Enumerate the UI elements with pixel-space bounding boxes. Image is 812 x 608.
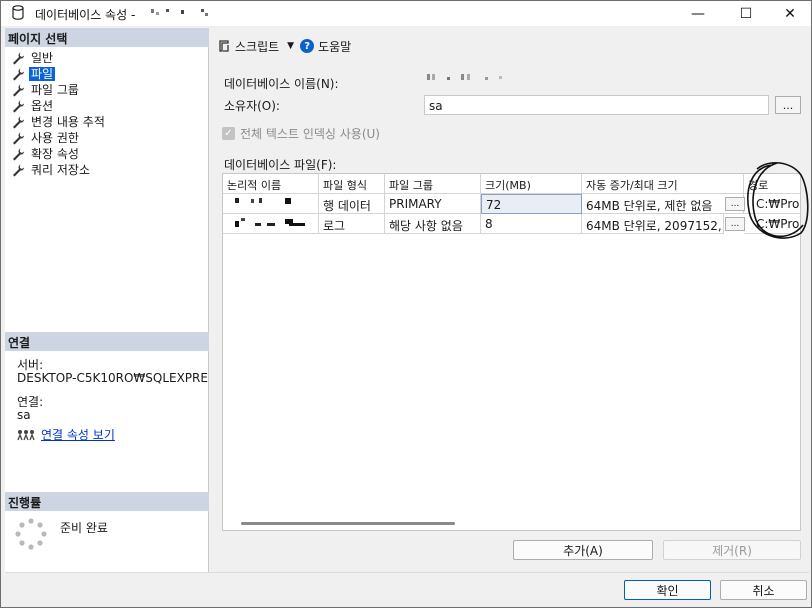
script-button[interactable]: 스크립트 ▼ — [217, 38, 300, 55]
redacted-db-name — [151, 9, 208, 16]
connection-value: sa — [17, 408, 31, 422]
file-type-cell[interactable]: 행 데이터 — [319, 194, 385, 214]
page-item[interactable]: 사용 권한 — [11, 130, 207, 146]
logical-name-cell[interactable] — [223, 194, 319, 214]
size-cell[interactable]: 8 — [481, 214, 582, 234]
view-connection-properties[interactable]: 연결 속성 보기 — [17, 426, 115, 443]
page-item[interactable]: 옵션 — [11, 98, 207, 114]
page-item-label: 확장 속성 — [31, 147, 79, 161]
page-item-label: 사용 권한 — [31, 131, 79, 145]
help-label: 도움말 — [318, 39, 352, 54]
col-autogrowth[interactable]: 자동 증가/최대 크기 — [582, 174, 744, 194]
script-icon — [219, 40, 229, 52]
help-icon: ? — [300, 39, 315, 53]
wrench-icon — [13, 68, 25, 81]
db-name-label: 데이터베이스 이름(N): — [224, 77, 339, 91]
connection-icon — [17, 429, 35, 440]
database-properties-dialog: 데이터베이스 속성 - — ☐ ✕ 페이지 선택 일반 파일 파일 그룹 옵션 변경 내… — [0, 0, 812, 608]
page-item[interactable]: 변경 내용 추적 — [11, 114, 207, 130]
database-icon — [12, 5, 24, 20]
col-filegroup[interactable]: 파일 그룹 — [385, 174, 481, 194]
page-item-label: 옵션 — [31, 99, 54, 113]
wrench-icon — [13, 116, 25, 129]
page-select-header: 페이지 선택 — [5, 28, 209, 47]
col-size[interactable]: 크기(MB) — [481, 174, 582, 194]
table-row[interactable]: 로그 해당 사항 없음 8 64MB 단위로, 2097152,... ... … — [223, 214, 800, 234]
left-panel: 페이지 선택 일반파일파일 그룹옵션변경 내용 추적사용 권한확장 속성쿼리 저… — [5, 28, 209, 572]
footer-divider — [5, 572, 809, 573]
horizontal-scrollbar[interactable] — [241, 522, 455, 525]
page-item[interactable]: 파일 그룹 — [11, 82, 207, 98]
wrench-icon — [13, 52, 25, 65]
progress-status: 준비 완료 — [60, 521, 108, 535]
autogrowth-edit-button[interactable]: ... — [725, 197, 745, 211]
autogrowth-cell[interactable]: 64MB 단위로, 2097152,... — [582, 214, 724, 234]
filegroup-cell[interactable]: 해당 사항 없음 — [385, 214, 481, 234]
owner-browse-button[interactable]: ... — [775, 96, 801, 114]
cancel-button[interactable]: 취소 — [720, 580, 807, 600]
wrench-icon — [13, 148, 25, 161]
autogrowth-edit-button[interactable]: ... — [725, 217, 745, 231]
table-row[interactable]: 행 데이터 PRIMARY 72 64MB 단위로, 제한 없음 ... C:₩… — [223, 194, 800, 214]
add-button[interactable]: 추가(A) — [513, 540, 653, 560]
col-logical-name[interactable]: 논리적 이름 — [223, 174, 319, 194]
grid-header: 논리적 이름 파일 형식 파일 그룹 크기(MB) 자동 증가/최대 크기 경로 — [223, 174, 800, 194]
page-item-label: 쿼리 저장소 — [31, 163, 91, 177]
connection-header: 연결 — [5, 332, 209, 351]
scribble-annotation — [747, 162, 809, 239]
window-title: 데이터베이스 속성 - — [35, 8, 136, 22]
page-list: 일반파일파일 그룹옵션변경 내용 추적사용 권한확장 속성쿼리 저장소 — [11, 50, 207, 178]
script-label: 스크립트 — [235, 39, 280, 54]
ok-button[interactable]: 확인 — [624, 580, 711, 600]
remove-button[interactable]: 제거(R) — [663, 540, 801, 560]
page-item-label: 파일 그룹 — [31, 83, 79, 97]
db-files-label: 데이터베이스 파일(F): — [224, 158, 337, 172]
redacted-db-name-value[interactable] — [427, 73, 507, 83]
view-connection-properties-link[interactable]: 연결 속성 보기 — [41, 426, 115, 443]
db-files-grid[interactable]: 논리적 이름 파일 형식 파일 그룹 크기(MB) 자동 증가/최대 크기 경로… — [222, 173, 801, 531]
minimize-button[interactable]: — — [675, 1, 721, 26]
connection-label: 연결: — [17, 395, 44, 409]
page-item-label: 일반 — [31, 51, 54, 65]
owner-input[interactable]: sa — [424, 95, 769, 115]
page-item[interactable]: 파일 — [11, 66, 207, 82]
wrench-icon — [13, 84, 25, 97]
owner-label: 소유자(O): — [224, 99, 280, 113]
toolbar: 스크립트 ▼ ? 도움말 — [217, 37, 351, 55]
autogrowth-cell[interactable]: 64MB 단위로, 제한 없음 — [582, 194, 744, 214]
wrench-icon — [13, 164, 25, 177]
server-value: DESKTOP-C5K10RO₩SQLEXPRE — [17, 371, 208, 385]
progress-spinner-icon — [15, 518, 47, 550]
fulltext-label: 전체 텍스트 인덱싱 사용(U) — [240, 127, 380, 141]
page-item[interactable]: 쿼리 저장소 — [11, 162, 207, 178]
progress-header: 진행률 — [5, 492, 209, 511]
page-item[interactable]: 확장 속성 — [11, 146, 207, 162]
redacted-logical-name — [235, 218, 305, 227]
file-type-cell[interactable]: 로그 — [319, 214, 385, 234]
page-item-label: 변경 내용 추적 — [31, 115, 105, 129]
connection-info: 서버: DESKTOP-C5K10RO₩SQLEXPRE 연결: sa — [17, 359, 208, 422]
logical-name-cell[interactable] — [223, 214, 319, 234]
page-item[interactable]: 일반 — [11, 50, 207, 66]
redacted-logical-name — [235, 198, 291, 204]
filegroup-cell[interactable]: PRIMARY — [385, 194, 481, 214]
title-bar: 데이터베이스 속성 - — ☐ ✕ — [1, 1, 811, 26]
close-button[interactable]: ✕ — [767, 1, 812, 26]
help-button[interactable]: ? 도움말 — [300, 38, 351, 55]
page-item-label: 파일 — [29, 67, 56, 81]
fulltext-checkbox-row[interactable]: ✓ 전체 텍스트 인덱싱 사용(U) — [222, 125, 380, 142]
size-cell[interactable]: 72 — [481, 194, 582, 214]
chevron-down-icon[interactable]: ▼ — [287, 41, 294, 51]
wrench-icon — [13, 100, 25, 113]
fulltext-checkbox[interactable]: ✓ — [222, 127, 235, 140]
wrench-icon — [13, 132, 25, 145]
col-file-type[interactable]: 파일 형식 — [319, 174, 385, 194]
maximize-button[interactable]: ☐ — [723, 1, 769, 26]
